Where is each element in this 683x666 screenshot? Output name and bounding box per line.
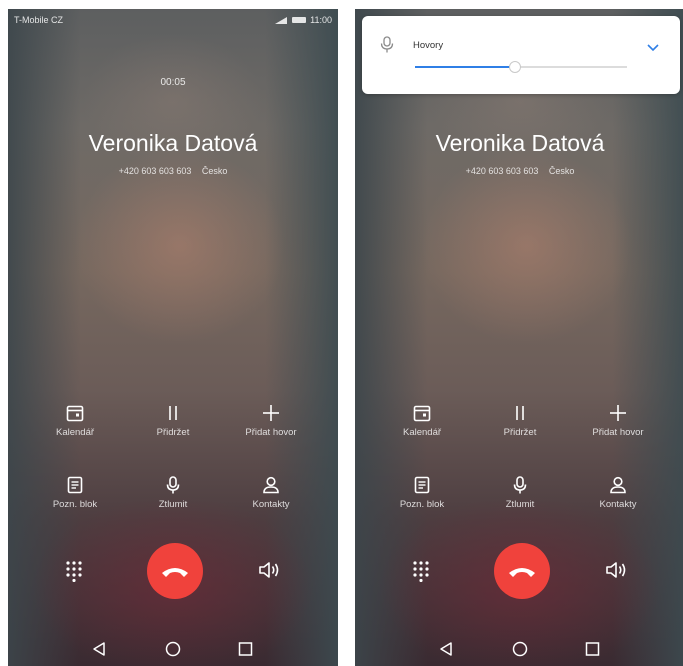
add-call-button[interactable]: Přidat hovor (226, 403, 316, 438)
calendar-button[interactable]: Kalendář (377, 403, 467, 438)
dialpad-icon (413, 561, 429, 583)
recents-icon (238, 642, 253, 656)
caller-name: Veronika Datová (435, 130, 605, 156)
carrier-name: T-Mobile CZ (14, 15, 64, 25)
end-call-icon (162, 568, 188, 577)
volume-panel: Hovory (362, 16, 680, 94)
speaker-icon (259, 562, 279, 578)
back-button[interactable] (439, 641, 453, 662)
contacts-button[interactable]: Kontakty (226, 475, 316, 510)
home-icon (512, 641, 528, 657)
signal-icon (275, 17, 288, 24)
caller-details: +420 603 603 603 Česko (355, 166, 683, 176)
calendar-icon (66, 405, 84, 422)
calendar-label: Kalendář (55, 427, 95, 438)
notes-button[interactable]: Pozn. blok (30, 475, 120, 510)
back-icon (440, 642, 452, 656)
speaker-button[interactable] (258, 560, 282, 585)
person-icon (610, 476, 626, 494)
back-icon (93, 642, 105, 656)
call-timer: 00:05 (160, 77, 186, 88)
home-icon (165, 641, 181, 657)
end-call-icon (509, 568, 535, 577)
caller-country: Česko (201, 166, 228, 176)
contacts-button[interactable]: Kontakty (573, 475, 663, 510)
pause-icon (516, 406, 524, 420)
add-call-button[interactable]: Přidat hovor (573, 403, 663, 438)
recents-icon (585, 642, 600, 656)
contacts-label: Kontakty (599, 499, 637, 510)
back-button[interactable] (92, 641, 106, 662)
plus-icon (610, 405, 626, 421)
notes-label: Pozn. blok (399, 499, 445, 510)
home-button[interactable] (165, 641, 181, 662)
add-call-label: Přidat hovor (245, 427, 297, 438)
status-bar: T-Mobile CZ 11:00 (8, 9, 338, 31)
navigation-bar (8, 637, 338, 665)
dialpad-button[interactable] (411, 560, 431, 587)
pause-icon (169, 406, 177, 420)
plus-icon (263, 405, 279, 421)
hold-button[interactable]: Přidržet (128, 403, 218, 438)
mute-label: Ztlumit (158, 499, 188, 510)
battery-icon (292, 17, 307, 23)
caller-number: +420 603 603 603 (118, 166, 192, 176)
end-call-button[interactable] (494, 543, 550, 599)
person-icon (263, 476, 279, 494)
navigation-bar (355, 637, 683, 665)
hold-label: Přidržet (156, 427, 190, 438)
contacts-label: Kontakty (252, 499, 290, 510)
add-call-label: Přidat hovor (592, 427, 644, 438)
volume-label: Hovory (413, 40, 444, 51)
mute-button[interactable]: Ztlumit (475, 475, 565, 510)
caller-details: +420 603 603 603 Česko (8, 166, 338, 176)
notes-label: Pozn. blok (52, 499, 98, 510)
notepad-icon (67, 476, 83, 494)
phone-screen-left: T-Mobile CZ 11:00 00:05 Veronika Datová … (8, 9, 338, 666)
end-call-button[interactable] (147, 543, 203, 599)
microphone-icon (380, 36, 394, 59)
recents-button[interactable] (585, 641, 600, 662)
volume-slider[interactable] (415, 61, 627, 73)
hold-label: Přidržet (503, 427, 537, 438)
phone-screen-right: Veronika Datová +420 603 603 603 Česko K… (355, 9, 683, 666)
notes-button[interactable]: Pozn. blok (377, 475, 467, 510)
calendar-label: Kalendář (402, 427, 442, 438)
dialpad-icon (66, 561, 82, 583)
mute-button[interactable]: Ztlumit (128, 475, 218, 510)
recents-button[interactable] (238, 641, 253, 662)
speaker-button[interactable] (605, 560, 629, 585)
volume-slider-knob[interactable] (508, 61, 521, 73)
home-button[interactable] (512, 641, 528, 662)
caller-number: +420 603 603 603 (465, 166, 539, 176)
caller-name: Veronika Datová (88, 130, 258, 156)
microphone-icon (513, 476, 527, 494)
chevron-down-icon (647, 44, 659, 52)
status-time: 11:00 (310, 15, 332, 25)
calendar-button[interactable]: Kalendář (30, 403, 120, 438)
calendar-icon (413, 405, 431, 422)
hold-button[interactable]: Přidržet (475, 403, 565, 438)
dialpad-button[interactable] (64, 560, 84, 587)
speaker-icon (606, 562, 626, 578)
microphone-icon (166, 476, 180, 494)
volume-slider-fill (415, 66, 515, 68)
mute-label: Ztlumit (505, 499, 535, 510)
caller-country: Česko (548, 166, 575, 176)
status-icons: 11:00 (274, 15, 332, 25)
notepad-icon (414, 476, 430, 494)
expand-volume-button[interactable] (646, 40, 660, 58)
